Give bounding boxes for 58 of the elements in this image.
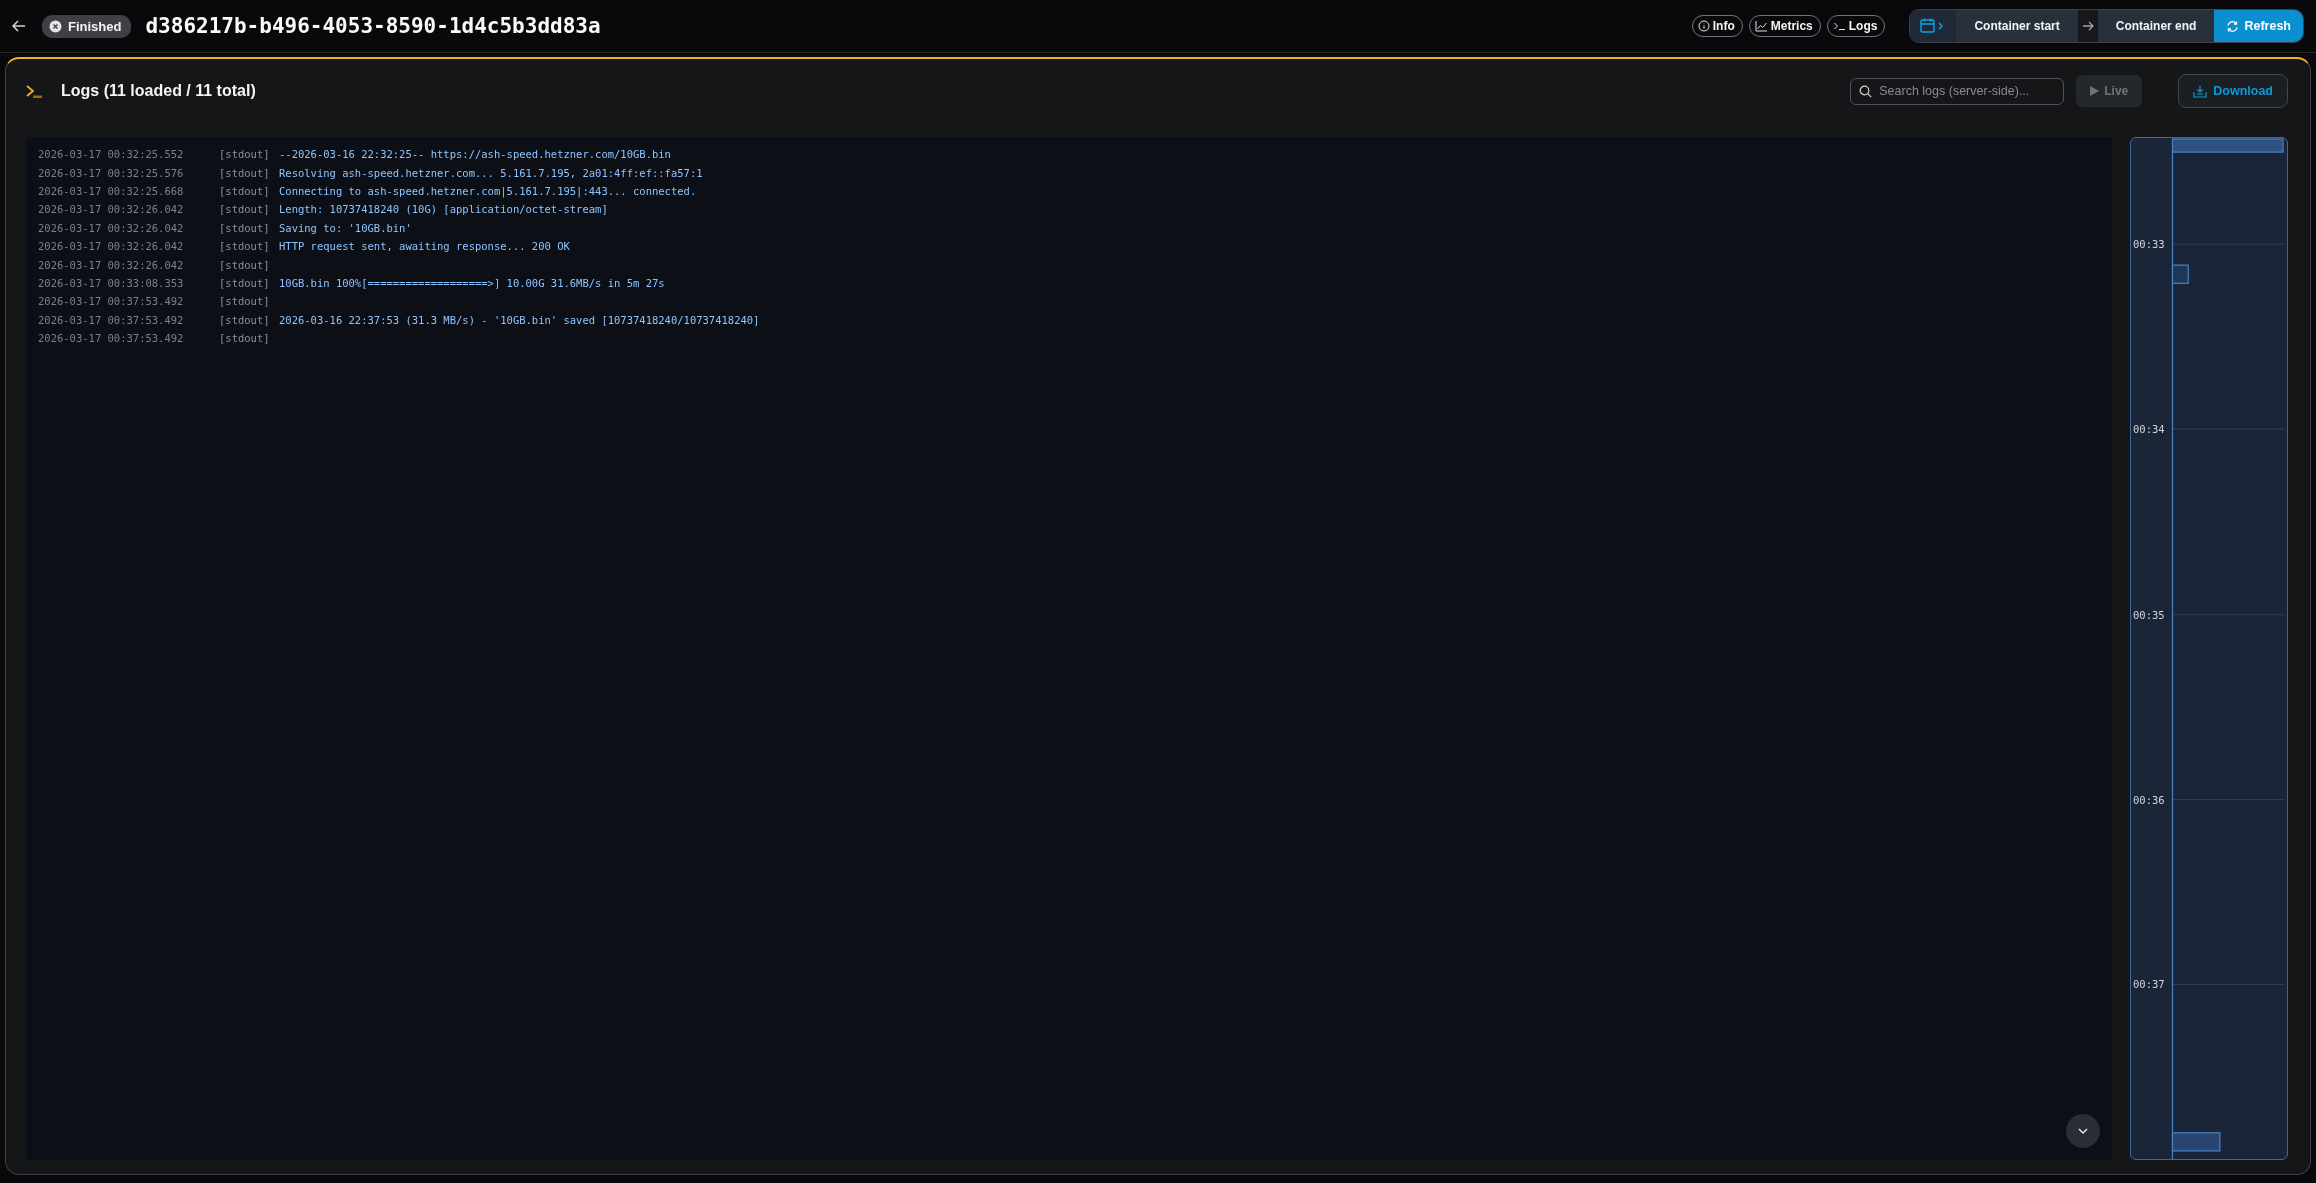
play-icon [2090,86,2100,96]
log-message: Resolving ash-speed.hetzner.com... 5.161.7.195, 2a01:4ff:ef::fa57:1 [279,166,703,179]
log-message: HTTP request sent, awaiting response... 200 OK [279,240,570,253]
close-circle-icon [49,19,62,33]
terminal-icon [1832,20,1846,32]
log-stream: [stdout] [219,184,271,197]
log-timestamp: 2026-03-17 00:37:53.492 [38,295,185,308]
log-message: Saving to: '10GB.bin' [279,221,412,234]
log-timestamp: 2026-03-17 00:32:26.042 [38,240,185,253]
log-message: --2026-03-16 22:32:25-- https://ash-speed.hetzner.com/10GB.bin [279,148,671,161]
timeline-tick-label: 00:36 [2133,793,2165,806]
log-timestamp: 2026-03-17 00:33:08.353 [38,276,185,289]
log-message: 10GB.bin 100%[===================>] 10.00G 31.6MB/s in 5m 27s [279,276,665,289]
download-icon [2193,84,2208,98]
log-stream: [stdout] [219,203,271,216]
container-id-title: d386217b-b496-4053-8590-1d4c5b3dd83a [145,14,601,38]
search-icon [1859,84,1873,98]
log-message: Length: 10737418240 (10G) [application/octet-stream] [279,203,608,216]
log-stream: [stdout] [219,221,271,234]
log-stream: [stdout] [219,240,271,253]
timeline-tick-label: 00:37 [2133,978,2165,991]
log-timestamp: 2026-03-17 00:37:53.492 [38,313,185,326]
panel-title: Logs (11 loaded / 11 total) [61,82,256,100]
log-stream: [stdout] [219,276,271,289]
line-chart-icon [1754,20,1768,32]
info-icon [1697,20,1710,32]
calendar-icon[interactable] [1910,10,1957,42]
log-stream: [stdout] [219,166,271,179]
timeline-tick-label: 00:33 [2133,238,2165,251]
start-time-button[interactable]: Container start [1956,10,2078,42]
right-arrow-icon [2081,20,2094,32]
terminal-icon [26,84,43,98]
log-stream: [stdout] [219,148,271,161]
histogram-bar [2171,264,2189,284]
log-stream: [stdout] [219,332,271,345]
download-button[interactable]: Download [2178,74,2288,108]
log-message: 2026-03-16 22:37:53 (31.3 MB/s) - '10GB.bin' saved [10737418240/10737418240] [279,313,760,326]
timeline-tick-label: 00:35 [2133,608,2165,621]
search-field[interactable]: Search logs (server-side)... [1850,77,2065,105]
log-timestamp: 2026-03-17 00:32:25.552 [38,148,185,161]
end-time-button[interactable]: Container end [2097,10,2215,42]
refresh-icon [2226,19,2240,33]
histogram-bar [2171,1132,2221,1152]
log-stream: [stdout] [219,258,271,271]
log-stream: [stdout] [219,313,271,326]
scroll-down-button[interactable] [2066,1114,2100,1148]
refresh-button[interactable]: Refresh [2214,10,2303,42]
log-message: Connecting to ash-speed.hetzner.com|5.161.7.195|:443... connected. [279,184,697,197]
timeline-panel[interactable]: 00:33 00:34 00:35 00:36 00:37 [2130,137,2288,1160]
log-timestamp: 2026-03-17 00:37:53.492 [38,332,185,345]
log-timestamp: 2026-03-17 00:32:26.042 [38,258,185,271]
timeline-tick-label: 00:34 [2133,423,2165,435]
log-timestamp: 2026-03-17 00:32:25.576 [38,166,185,179]
log-timestamp: 2026-03-17 00:32:25.668 [38,184,185,197]
log-timestamp: 2026-03-17 00:32:26.042 [38,203,185,216]
log-timestamp: 2026-03-17 00:32:26.042 [38,221,185,234]
log-stream: [stdout] [219,295,271,308]
status-badge: Finished [42,14,132,38]
